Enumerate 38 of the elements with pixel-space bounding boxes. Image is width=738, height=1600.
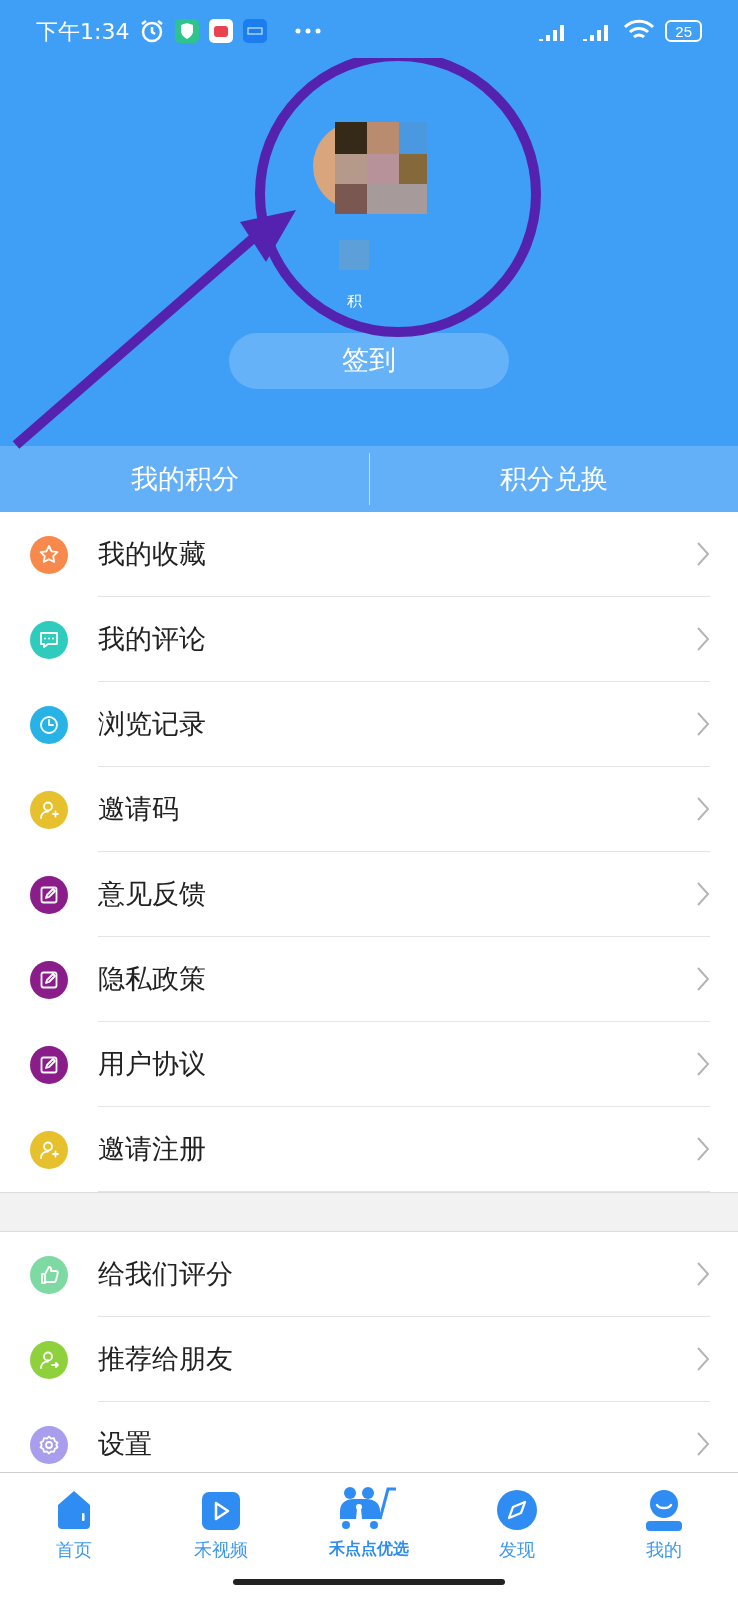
menu-label: 浏览记录 (98, 707, 206, 741)
menu-label: 我的评论 (98, 622, 206, 656)
user-icon (644, 1489, 685, 1531)
nav-label: 我的 (646, 1539, 683, 1562)
nav-label: 禾点点优选 (329, 1539, 409, 1559)
chevron-right-icon (696, 1431, 710, 1457)
chevron-right-icon (696, 711, 710, 737)
menu-label: 隐私政策 (98, 962, 206, 996)
nav-label: 发现 (498, 1539, 535, 1562)
nav-label: 首页 (55, 1539, 92, 1562)
play-icon (201, 1491, 242, 1531)
chevron-right-icon (696, 796, 710, 822)
chevron-right-icon (696, 626, 710, 652)
chevron-right-icon (696, 1136, 710, 1162)
chevron-right-icon (696, 1346, 710, 1372)
menu-label: 用户协议 (98, 1047, 206, 1081)
menu-label: 给我们评分 (98, 1257, 233, 1291)
menu-label: 邀请码 (98, 792, 179, 826)
menu-label: 设置 (98, 1427, 152, 1461)
chevron-right-icon (696, 966, 710, 992)
compass-icon (495, 1489, 538, 1531)
nav-label: 禾视频 (194, 1539, 249, 1562)
chevron-right-icon (696, 1261, 710, 1287)
menu-label: 我的收藏 (98, 537, 206, 571)
battery-indicator: 25 (665, 20, 702, 42)
status-time: 下午1:34 (36, 17, 130, 46)
shield-app-icon (175, 19, 200, 43)
points-label: 积 (346, 291, 362, 311)
more-icon (295, 28, 322, 34)
name-mosaic (339, 240, 369, 270)
gift-app-icon (209, 19, 234, 43)
chevron-right-icon (696, 1051, 710, 1077)
menu-label: 推荐给朋友 (98, 1342, 233, 1376)
keyboard-app-icon (243, 19, 268, 43)
menu-label: 意见反馈 (98, 877, 206, 911)
chevron-right-icon (696, 541, 710, 567)
chevron-right-icon (696, 881, 710, 907)
menu-label: 邀请注册 (98, 1132, 206, 1166)
